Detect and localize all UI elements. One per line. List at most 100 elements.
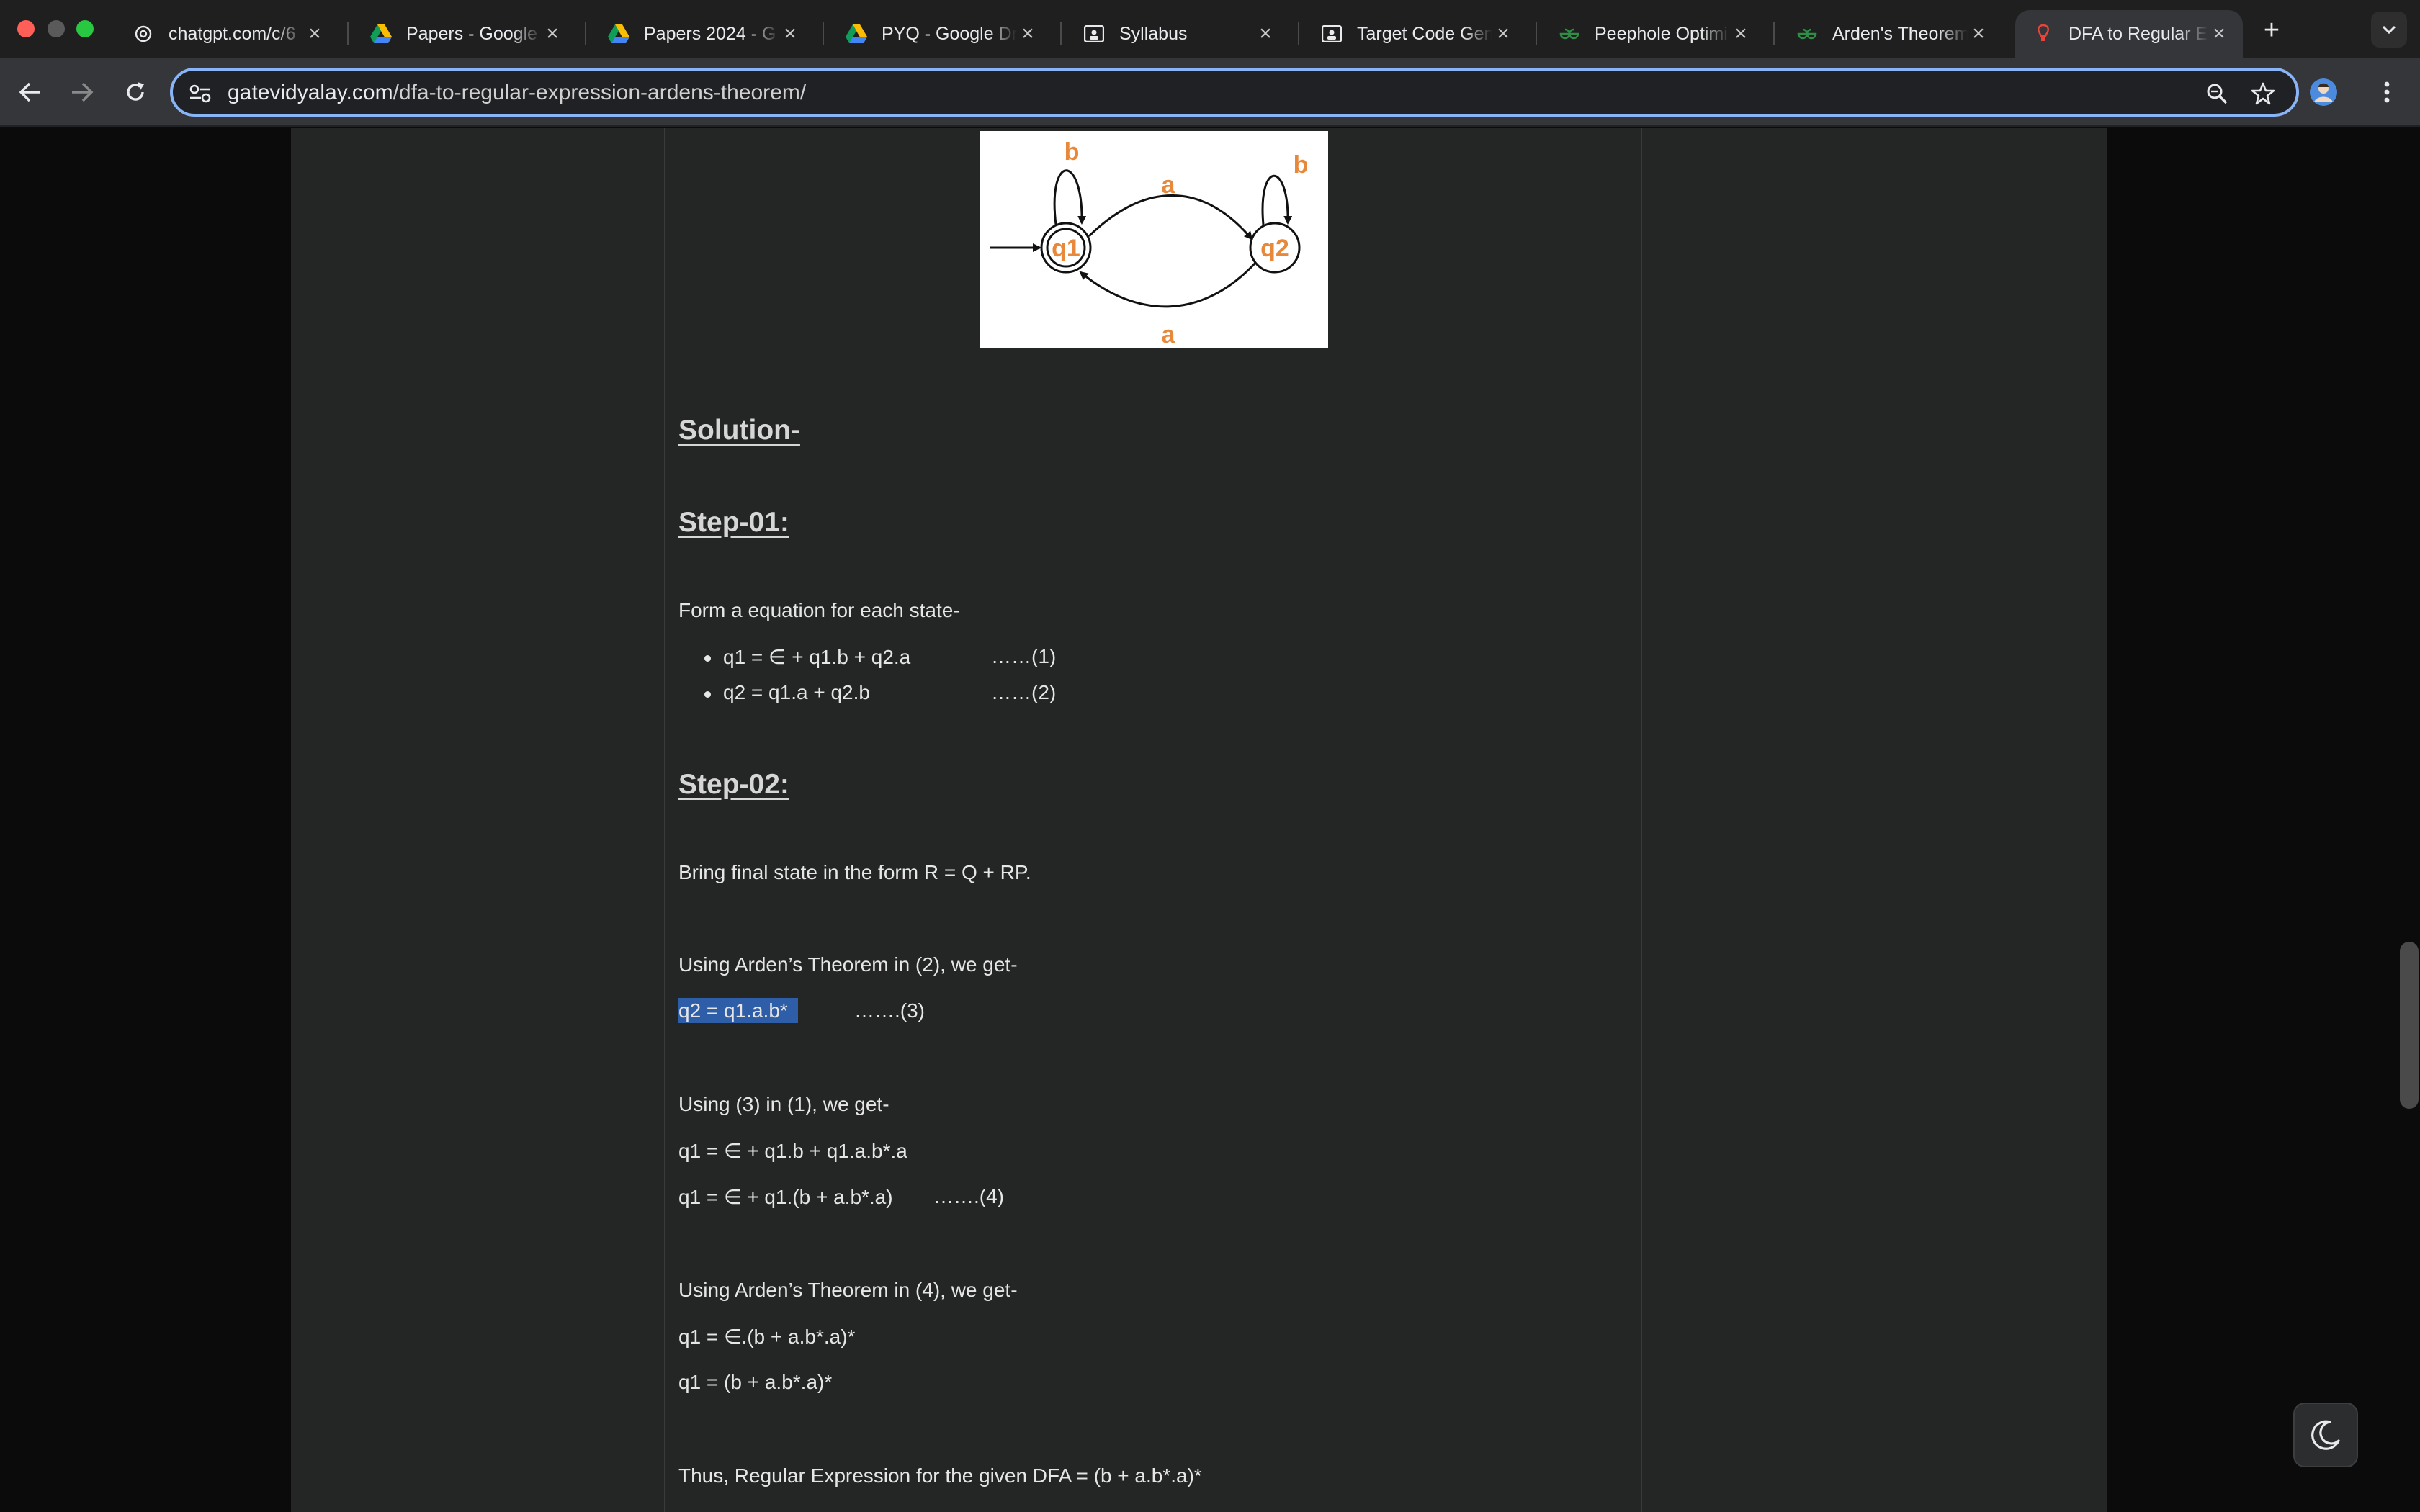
tab-title: DFA to Regular E [2069,23,2208,44]
sidebar-border [1641,128,1642,1512]
svg-text:q2: q2 [1260,235,1289,262]
bookmark-star-icon[interactable] [2249,79,2277,108]
tab-title: Peephole Optimi [1595,23,1728,44]
back-button[interactable] [12,73,49,111]
conclusion: Thus, Regular Expression for the given D… [678,1464,1202,1487]
equation-2: q2 = q1.a + q2.b [723,681,870,703]
transition-q1-q2 [1088,194,1253,240]
more-vert-icon [2384,81,2390,103]
tab-syllabus[interactable]: Syllabus × [1066,10,1289,58]
url-text: gatevidyalay.com/dfa-to-regular-expressi… [228,81,806,105]
tab-search-button[interactable] [2371,12,2407,48]
step2-intro: Bring final state in the form R = Q + RP… [678,861,1031,883]
classroom-icon [1321,23,1343,45]
arden-on-eq4: Using Arden’s Theorem in (4), we get- [678,1279,1018,1301]
tab-title: Target Code Gen [1357,23,1492,44]
tab-close-icon[interactable]: × [542,23,563,45]
transition-q2-q1 [1079,261,1258,308]
step1-heading: Step-01: [678,507,789,538]
state-q2: q2 [1249,222,1301,274]
scrollbar-thumb[interactable] [2400,942,2419,1109]
gatevidyalay-icon [2033,23,2054,45]
tab-dfa-to-regular[interactable]: DFA to Regular E × [2015,10,2243,58]
label-q2-to-q1: a [1162,321,1176,348]
article-border-left [664,128,666,1512]
geeksforgeeks-icon [1559,23,1580,45]
google-drive-icon [608,23,629,45]
geeksforgeeks-icon [1796,23,1818,45]
moon-icon [2311,1420,2340,1450]
tab-papers-2024[interactable]: Papers 2024 - G × [591,10,814,58]
new-tab-button[interactable]: + [2257,15,2286,45]
chevron-down-icon [2382,25,2396,35]
bullet-marker [704,655,711,662]
equation-result-2: q1 = (b + a.b*.a)* [678,1371,833,1393]
arrow-right-icon [72,82,94,102]
tab-title: Papers 2024 - G [644,23,776,44]
state-q1: q1 [1040,222,1092,274]
tab-close-icon[interactable]: × [1968,23,1989,45]
tab-title: Papers - Google [406,23,538,44]
tab-close-icon[interactable]: × [779,23,801,45]
address-bar[interactable]: gatevidyalay.com/dfa-to-regular-expressi… [170,68,2299,117]
tab-chatgpt[interactable]: chatgpt.com/c/6 × [115,10,339,58]
menu-button[interactable] [2368,73,2406,111]
equation-2-number: ……(2) [991,681,1057,703]
scrollbar[interactable] [2398,128,2420,1512]
label-self-loop-q2: b [1294,151,1309,179]
equation-3-number: …….(3) [854,999,925,1022]
tab-papers-google[interactable]: Papers - Google × [353,10,576,58]
tab-ardens-theorem[interactable]: Arden's Theorem × [1779,10,2002,58]
step2-heading: Step-02: [678,769,789,800]
profile-button[interactable] [2305,73,2342,111]
tab-close-icon[interactable]: × [2208,23,2230,45]
tab-close-icon[interactable]: × [1730,23,1752,45]
tab-close-icon[interactable]: × [1492,23,1514,45]
self-loop-q1 [1053,169,1087,225]
substitution-intro: Using (3) in (1), we get- [678,1093,889,1115]
tab-strip: chatgpt.com/c/6 × Papers - Google × Pape… [0,0,2420,58]
equation-1: q1 = ∈ + q1.b + q2.a [723,646,911,668]
solution-heading: Solution- [678,415,800,446]
web-page: q1 q2 b b a a Solution- Step-01: Form a … [0,128,2420,1512]
arden-on-eq2: Using Arden’s Theorem in (2), we get- [678,953,1018,976]
tab-close-icon[interactable]: × [1017,23,1039,45]
reload-icon [127,82,144,101]
tab-close-icon[interactable]: × [304,23,326,45]
dark-mode-toggle[interactable] [2293,1403,2358,1467]
self-loop-q2 [1261,174,1293,225]
url-path: /dfa-to-regular-expression-ardens-theore… [393,81,807,104]
equation-3[interactable]: q2 = q1.a.b* [678,998,798,1023]
window-zoom-button[interactable] [76,20,94,37]
dfa-diagram: q1 q2 b b a a [980,131,1328,348]
forward-button[interactable] [63,73,101,111]
equation-1-number: ……(1) [991,645,1057,667]
tab-title: chatgpt.com/c/6 [169,23,296,44]
google-drive-icon [370,23,392,45]
chatgpt-icon [133,23,154,45]
google-drive-icon [846,23,867,45]
zoom-icon[interactable] [2202,79,2231,108]
tab-close-icon[interactable]: × [1255,23,1276,45]
window-close-button[interactable] [17,20,35,37]
tab-pyq[interactable]: PYQ - Google Dr × [828,10,1052,58]
classroom-icon [1083,23,1105,45]
url-domain: gatevidyalay.com [228,81,393,104]
reload-button[interactable] [117,73,154,111]
label-q1-to-q2: a [1162,171,1176,199]
tab-peephole[interactable]: Peephole Optimi × [1541,10,1765,58]
tab-title: Arden's Theorem [1832,23,1968,44]
svg-text:q1: q1 [1052,235,1080,262]
step1-intro: Form a equation for each state- [678,599,960,621]
window-minimize-button[interactable] [48,20,65,37]
equation-4-number: …….(4) [933,1185,1004,1207]
equation-result-1: q1 = ∈.(b + a.b*.a)* [678,1326,856,1348]
selected-text: q2 = q1.a.b* [678,998,798,1023]
arrow-left-icon [19,82,40,102]
tab-target-code-gen[interactable]: Target Code Gen × [1304,10,1527,58]
tab-title: Syllabus [1119,23,1188,44]
bullet-marker [704,691,711,698]
site-settings-icon[interactable] [186,79,215,108]
avatar [2310,78,2337,106]
equation-substituted: q1 = ∈ + q1.b + q1.a.b*.a [678,1140,908,1162]
